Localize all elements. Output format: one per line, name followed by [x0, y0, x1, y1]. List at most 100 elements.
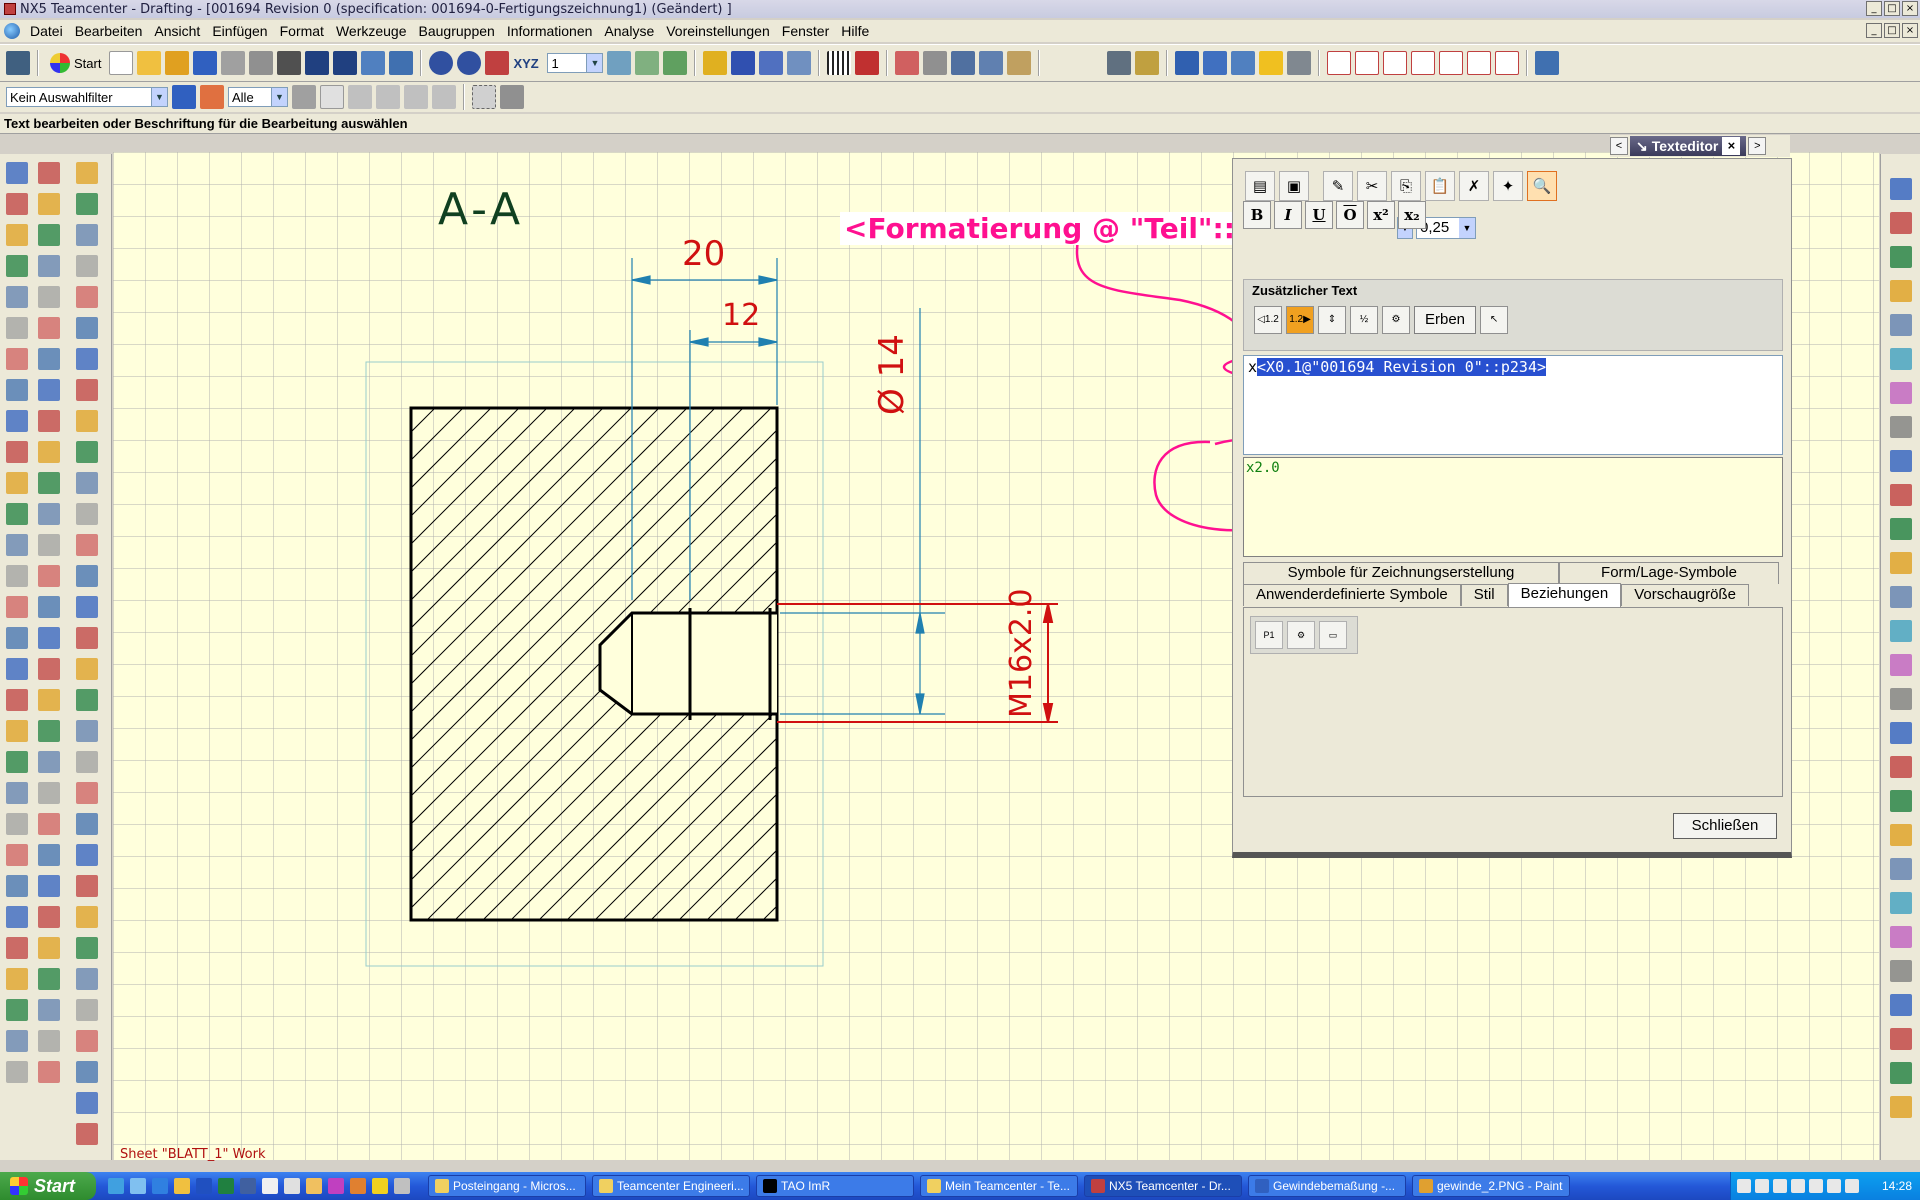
select-inherit-icon[interactable]: ↖ [1480, 306, 1509, 334]
line-tool-icon[interactable] [6, 441, 28, 463]
selection-filter-select[interactable]: Kein Auswahlfilter ▼ [6, 87, 168, 107]
paste-text-icon[interactable]: 📋 [1425, 171, 1455, 201]
dimension-tool-icon[interactable] [6, 751, 28, 773]
annotation-tool-icon[interactable] [1135, 51, 1160, 75]
underline-button[interactable]: U [1305, 201, 1333, 229]
note-tool-icon[interactable] [6, 1030, 28, 1052]
dimension-tool-icon[interactable] [76, 193, 98, 215]
general-filter-icon[interactable] [200, 85, 224, 109]
snap-control-icon[interactable] [404, 85, 428, 109]
note-tool-icon[interactable] [76, 224, 98, 246]
history-icon[interactable] [1890, 246, 1912, 268]
sketch-tool-icon[interactable] [76, 844, 98, 866]
menu-datei[interactable]: Datei [24, 23, 69, 39]
note-tool-icon[interactable] [6, 782, 28, 804]
view-tool-icon[interactable] [6, 627, 28, 649]
doc-icon[interactable] [284, 1178, 300, 1194]
wcs-label[interactable]: XYZ [513, 56, 543, 71]
menu-baugruppen[interactable]: Baugruppen [413, 23, 501, 39]
cube-select-icon[interactable] [500, 85, 524, 109]
assembly-nav-icon[interactable] [1231, 51, 1256, 75]
sketch-tool-icon[interactable] [76, 1092, 98, 1114]
blank-icon[interactable] [731, 51, 756, 75]
layer-settings-icon[interactable] [607, 51, 632, 75]
web-browser-icon[interactable] [1890, 824, 1912, 846]
assembly-navigator-icon[interactable] [1890, 450, 1912, 472]
scope-select[interactable]: Alle ▼ [228, 87, 288, 107]
word-icon[interactable] [196, 1178, 212, 1194]
grid-icon[interactable] [827, 51, 852, 75]
expression-icon[interactable]: ⚙ [1287, 621, 1315, 649]
menu-fenster[interactable]: Fenster [776, 23, 835, 39]
new-file-icon[interactable] [109, 51, 134, 75]
snap-point-icon[interactable] [429, 51, 454, 75]
tray-icon[interactable] [1791, 1179, 1805, 1193]
snap-intersect-icon[interactable] [432, 85, 456, 109]
save-text-icon[interactable]: ▣ [1279, 171, 1309, 201]
update-view-icon[interactable] [1495, 51, 1520, 75]
hatch-tool-icon[interactable] [6, 348, 28, 370]
media-icon[interactable] [328, 1178, 344, 1194]
start-button[interactable]: Start [46, 53, 105, 73]
misc-icon[interactable] [394, 1178, 410, 1194]
sketch-tool-icon[interactable] [6, 162, 28, 184]
sketch-tool-icon[interactable] [6, 410, 28, 432]
line-tool-icon[interactable] [6, 689, 28, 711]
minimize-button[interactable]: _ [1866, 1, 1882, 16]
roles-icon[interactable] [1890, 416, 1912, 438]
sketch-tool-icon[interactable] [6, 906, 28, 928]
note-tool-icon[interactable] [38, 999, 60, 1021]
sketch-tool-icon[interactable] [38, 875, 60, 897]
pan-icon[interactable] [979, 51, 1004, 75]
close-button[interactable]: × [1902, 1, 1918, 16]
center-point-icon[interactable] [457, 51, 482, 75]
delete-icon[interactable] [277, 51, 302, 75]
sketch-tool-icon[interactable] [6, 658, 28, 680]
warning-icon[interactable] [372, 1178, 388, 1194]
history-icon[interactable] [1890, 518, 1912, 540]
open-folder-icon[interactable] [137, 51, 162, 75]
detail-view-icon[interactable] [1439, 51, 1464, 75]
view-tool-icon[interactable] [38, 348, 60, 370]
superscript-button[interactable]: x² [1367, 201, 1395, 229]
sheet-open-icon[interactable] [1355, 51, 1380, 75]
copy-icon[interactable] [249, 51, 274, 75]
arc-tool-icon[interactable] [38, 689, 60, 711]
tray-icon[interactable] [1773, 1179, 1787, 1193]
view-orient-icon[interactable] [1007, 51, 1032, 75]
grid-snap-icon[interactable] [855, 51, 880, 75]
inherit-button[interactable]: Erben [1414, 306, 1477, 334]
line-tool-icon[interactable] [38, 906, 60, 928]
sketch-tool-icon[interactable] [38, 379, 60, 401]
menu-analyse[interactable]: Analyse [598, 23, 660, 39]
relation-icon[interactable]: ⚙ [1382, 306, 1410, 334]
note-tool-icon[interactable] [76, 720, 98, 742]
excel-icon[interactable] [218, 1178, 234, 1194]
close-dialog-button[interactable]: Schließen [1673, 813, 1777, 839]
symbol-tool-icon[interactable] [76, 255, 98, 277]
save-icon[interactable] [193, 51, 218, 75]
document-icon[interactable] [4, 23, 20, 39]
paint-icon[interactable] [306, 1178, 322, 1194]
view-tool-icon[interactable] [38, 844, 60, 866]
task-nx5[interactable]: NX5 Teamcenter - Dr... [1084, 1175, 1242, 1197]
line-tool-icon[interactable] [38, 658, 60, 680]
italic-button[interactable]: I [1274, 201, 1302, 229]
task-outlook[interactable]: Posteingang - Micros... [428, 1175, 586, 1197]
hatch-tool-icon[interactable] [38, 317, 60, 339]
reverse-blank-icon[interactable] [787, 51, 812, 75]
snap-end-icon[interactable] [348, 85, 372, 109]
notepad-icon[interactable] [262, 1178, 278, 1194]
view-tool-icon[interactable] [6, 379, 28, 401]
ie-icon[interactable] [152, 1178, 168, 1194]
line-tool-icon[interactable] [6, 937, 28, 959]
outlook-icon[interactable] [174, 1178, 190, 1194]
hatch-tool-icon[interactable] [38, 1061, 60, 1083]
cut-text-icon[interactable]: ✂ [1357, 171, 1387, 201]
tab-custom-symbols[interactable]: Anwenderdefinierte Symbole [1243, 584, 1461, 606]
part-navigator-icon[interactable] [1890, 484, 1912, 506]
maximize-button[interactable]: □ [1884, 1, 1900, 16]
web-browser-icon[interactable] [1890, 280, 1912, 302]
arc-tool-icon[interactable] [6, 720, 28, 742]
menu-format[interactable]: Format [274, 23, 330, 39]
